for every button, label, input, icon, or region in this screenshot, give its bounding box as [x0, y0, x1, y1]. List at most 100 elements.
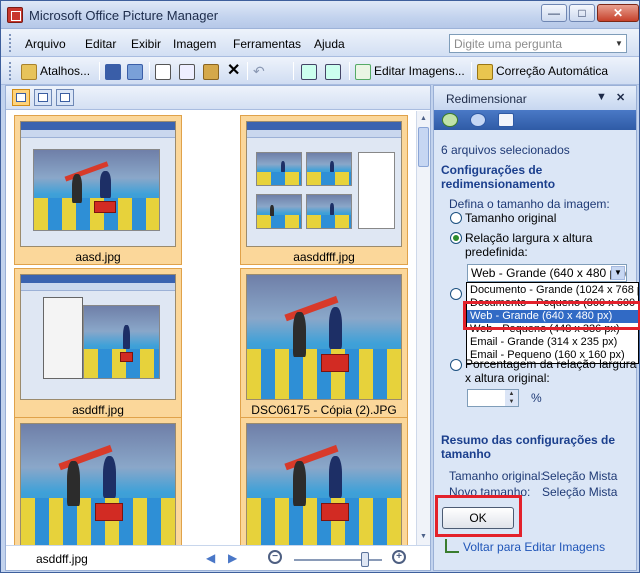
paste-button[interactable] — [203, 61, 222, 81]
toolbar-separator — [247, 62, 248, 80]
menu-exibir[interactable]: Exibir — [131, 37, 161, 51]
shortcuts-label: Atalhos... — [40, 64, 91, 78]
thumbnail-image — [20, 121, 176, 247]
edit-images-button[interactable]: Editar Imagens... — [355, 61, 465, 81]
copy-button[interactable] — [179, 61, 198, 81]
menu-ajuda[interactable]: Ajuda — [314, 37, 345, 51]
radio-predefined-ratio-label-2: predefinida: — [465, 245, 528, 259]
chevron-down-icon[interactable]: ▼ — [612, 35, 626, 52]
summary-heading: Resumo das configurações de tamanho — [441, 433, 616, 461]
close-button[interactable]: ✕ — [597, 4, 639, 22]
thumbnail-item[interactable]: aasd.jpg — [14, 115, 182, 265]
next-image-icon[interactable]: ▶ — [228, 551, 237, 565]
settings-heading: Configurações de redimensionamento — [441, 163, 556, 191]
filmstrip-view-icon — [38, 93, 48, 102]
highlight-annotation — [463, 301, 640, 330]
scroll-down-icon[interactable]: ▼ — [417, 530, 430, 544]
percent-unit: % — [531, 391, 542, 405]
selected-count: 6 arquivos selecionados — [441, 143, 570, 157]
thumbnail-item[interactable] — [14, 417, 182, 545]
previous-image-icon[interactable]: ◀ — [206, 551, 215, 565]
thumbnail-grid: aasd.jpg aasddfff.jpg asddff.jpg DSC0617… — [6, 111, 416, 545]
thumbnail-item[interactable]: DSC06175 - Cópia (2).JPG — [240, 268, 408, 418]
spin-up-icon[interactable]: ▲ — [505, 390, 518, 398]
thumbnail-caption: aasd.jpg — [75, 250, 121, 264]
single-view-icon — [60, 93, 70, 102]
undo-icon: ↶ — [253, 63, 265, 79]
thumbnail-pane: aasd.jpg aasddfff.jpg asddff.jpg DSC0617… — [5, 85, 431, 571]
ask-question-input[interactable]: Digite uma pergunta ▼ — [449, 34, 627, 53]
highlight-annotation — [435, 495, 522, 537]
vertical-scrollbar[interactable]: ▲ ▼ — [416, 111, 430, 545]
task-pane-title: Redimensionar — [446, 92, 527, 106]
dropdown-option[interactable]: Email - Grande (314 x 235 px) — [467, 336, 638, 349]
menu-imagem[interactable]: Imagem — [173, 37, 216, 51]
size-prompt: Defina o tamanho da imagem: — [449, 197, 610, 211]
task-pane-header: Redimensionar ▼ ✕ — [434, 86, 636, 110]
thumbnail-item[interactable] — [240, 417, 408, 545]
thumbnail-caption: aasddfff.jpg — [293, 250, 355, 264]
dropdown-option[interactable]: Documento - Grande (1024 x 768 px) — [467, 284, 638, 297]
scroll-thumb[interactable] — [418, 127, 429, 167]
menu-grip-icon[interactable] — [9, 34, 12, 52]
edit-pencil-icon — [355, 63, 371, 80]
filmstrip-view-button[interactable] — [34, 89, 52, 106]
menu-ferramentas[interactable]: Ferramentas — [233, 37, 301, 51]
delete-button[interactable]: ✕ — [227, 61, 240, 81]
radio-original-size-label: Tamanho original — [465, 211, 557, 225]
title-bar: Microsoft Office Picture Manager — □ ✕ — [1, 1, 639, 29]
zoom-slider-handle[interactable] — [361, 552, 369, 567]
menu-editar[interactable]: Editar — [85, 37, 116, 51]
auto-correct-button[interactable]: Correção Automática — [477, 61, 608, 81]
home-icon[interactable] — [498, 113, 514, 127]
shortcuts-button[interactable]: Atalhos... — [21, 61, 90, 81]
forward-arrow-icon[interactable] — [470, 113, 486, 127]
rotate-left-button[interactable] — [301, 61, 320, 81]
thumbnail-view-button[interactable] — [12, 89, 30, 106]
rotate-right-icon — [325, 63, 341, 80]
thumbnail-caption: DSC06175 - Cópia (2).JPG — [251, 403, 397, 417]
percentage-input[interactable]: ▲ ▼ — [467, 389, 519, 407]
single-view-button[interactable] — [56, 89, 74, 106]
back-arrow-icon[interactable] — [442, 113, 458, 127]
toolbar-grip-icon[interactable] — [9, 62, 12, 80]
spin-down-icon[interactable]: ▼ — [505, 398, 518, 406]
task-pane-nav — [434, 110, 636, 130]
preset-size-select[interactable]: Web - Grande (640 x 480 px) ▼ — [467, 264, 627, 282]
minimize-button[interactable]: — — [541, 4, 567, 22]
original-size-label: Tamanho original: — [449, 469, 544, 483]
thumbnail-image — [246, 121, 402, 247]
back-link-icon[interactable] — [445, 539, 459, 553]
radio-original-size[interactable] — [450, 212, 462, 224]
cut-icon — [155, 63, 171, 80]
undo-button[interactable]: ↶ — [253, 61, 265, 81]
toolbar: Atalhos... ✕ ↶ Editar Imagens... Correçã… — [1, 57, 639, 85]
thumbnail-image — [20, 274, 176, 400]
thumbnail-item[interactable]: asddff.jpg — [14, 268, 182, 418]
scroll-up-icon[interactable]: ▲ — [417, 112, 430, 126]
task-pane-close-icon[interactable]: ✕ — [616, 91, 625, 104]
task-pane-menu-icon[interactable]: ▼ — [596, 91, 607, 103]
chevron-down-icon[interactable]: ▼ — [611, 266, 625, 280]
zoom-in-icon[interactable]: + — [392, 550, 406, 564]
thumbnail-item[interactable]: aasddfff.jpg — [240, 115, 408, 265]
radio-predefined-ratio[interactable] — [450, 232, 462, 244]
maximize-button[interactable]: □ — [569, 4, 595, 22]
picture-manager-icon — [7, 7, 23, 23]
thumbnail-image — [246, 274, 402, 400]
preset-size-value: Web - Grande (640 x 480 px) — [471, 266, 627, 280]
auto-correct-label: Correção Automática — [496, 64, 609, 78]
radio-percentage[interactable] — [450, 359, 462, 371]
thumbnail-image — [246, 423, 402, 545]
status-bar: asddff.jpg ◀ ▶ − + — [6, 545, 430, 570]
rotate-right-button[interactable] — [325, 61, 344, 81]
zoom-out-icon[interactable]: − — [268, 550, 282, 564]
menu-arquivo[interactable]: Arquivo — [25, 37, 66, 51]
export-button[interactable] — [127, 61, 146, 81]
toolbar-separator — [349, 62, 350, 80]
save-button[interactable] — [105, 61, 124, 81]
magic-wand-icon — [477, 63, 493, 80]
cut-button[interactable] — [155, 61, 174, 81]
back-to-edit-link[interactable]: Voltar para Editar Imagens — [463, 540, 605, 554]
radio-custom-width-height[interactable] — [450, 288, 462, 300]
